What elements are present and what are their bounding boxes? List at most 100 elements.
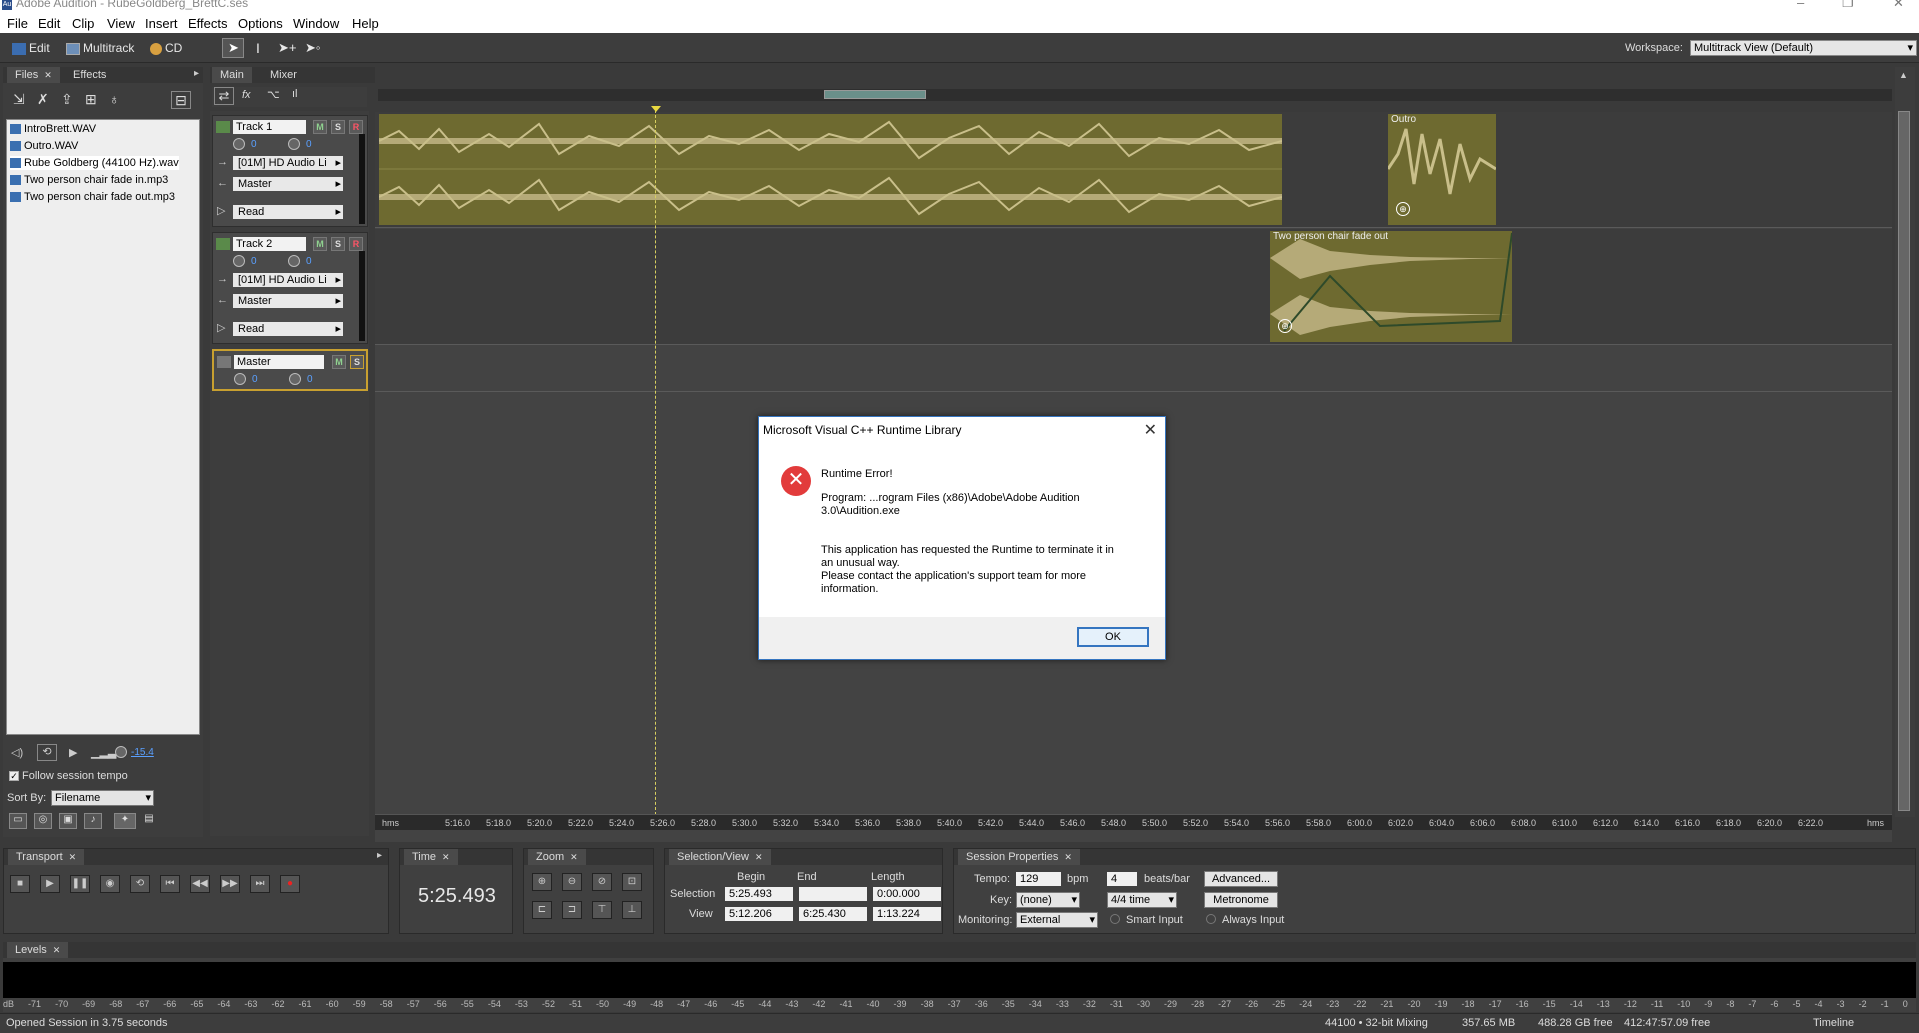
monitoring-select[interactable]: External xyxy=(1016,912,1098,928)
selection-begin-field[interactable]: 5:25.493 xyxy=(725,887,793,901)
audio-clip-rube-goldberg[interactable] xyxy=(379,114,1282,225)
track-output-select[interactable]: Master xyxy=(233,177,343,191)
clip-lock-icon[interactable]: ⊕ xyxy=(1278,319,1292,333)
zoom-selection-icon[interactable]: ⊡ xyxy=(622,873,642,891)
mute-button[interactable]: M xyxy=(332,355,346,369)
tab-selection-view[interactable]: Selection/View ✕ xyxy=(669,849,771,865)
menu-file[interactable]: File xyxy=(7,16,28,31)
tempo-field[interactable]: 129 xyxy=(1016,872,1061,886)
close-icon[interactable]: ✕ xyxy=(570,852,578,862)
filter-video-icon[interactable]: ▣ xyxy=(59,813,77,829)
track-pan-value[interactable]: 0 xyxy=(306,139,312,150)
list-item[interactable]: Outro.WAV xyxy=(10,139,78,153)
mute-button[interactable]: M xyxy=(313,237,327,251)
solo-button[interactable]: S xyxy=(331,237,345,251)
sort-by-select[interactable]: Filename xyxy=(51,790,154,806)
hybrid-tool[interactable]: ➤+ xyxy=(278,40,296,56)
vertical-scrollbar[interactable]: ▲ xyxy=(1895,67,1915,817)
view-length-field[interactable]: 1:13.224 xyxy=(873,907,941,921)
automation-mode-select[interactable]: Read xyxy=(233,322,343,336)
list-item[interactable]: IntroBrett.WAV xyxy=(10,122,96,136)
eq-icon[interactable]: ıl xyxy=(292,88,298,100)
track-2-lane[interactable]: Two person chair fade out ⊕ xyxy=(375,229,1892,345)
track-name-field[interactable]: Track 1 xyxy=(233,120,306,134)
expand-icon[interactable]: ▷ xyxy=(217,321,225,334)
time-selection-tool[interactable]: I xyxy=(256,40,260,56)
record-arm-button[interactable]: R xyxy=(349,237,363,251)
volume-knob[interactable] xyxy=(234,373,246,385)
multitrack-view-button[interactable]: Multitrack xyxy=(66,40,134,56)
mute-button[interactable]: M xyxy=(313,120,327,134)
metronome-button[interactable]: Metronome xyxy=(1204,892,1278,908)
rewind-icon[interactable]: ◀◀ xyxy=(190,875,210,893)
close-icon[interactable]: ✕ xyxy=(69,852,77,862)
tab-session-properties[interactable]: Session Properties ✕ xyxy=(958,849,1080,865)
edit-view-button[interactable]: Edit xyxy=(12,40,50,56)
volume-knob[interactable] xyxy=(233,255,245,267)
record-icon[interactable]: ● xyxy=(280,875,300,893)
playhead-marker-icon[interactable] xyxy=(651,106,661,112)
time-ruler[interactable]: hms 5:16.0 5:18.0 5:20.0 5:22.0 5:24.0 5… xyxy=(375,814,1892,830)
scroll-up-icon[interactable]: ▲ xyxy=(1899,70,1908,80)
smart-input-radio[interactable] xyxy=(1110,914,1120,924)
show-options-icon[interactable]: ⊟ xyxy=(171,91,191,109)
menu-clip[interactable]: Clip xyxy=(72,16,94,31)
play-from-cursor-icon[interactable]: ◉ xyxy=(100,875,120,893)
zoom-in-vertical-icon[interactable]: ⊤ xyxy=(592,901,612,919)
cd-view-button[interactable]: CD xyxy=(150,40,182,56)
time-signature-select[interactable]: 4/4 time xyxy=(1107,892,1177,908)
zoom-out-full-icon[interactable]: ⊘ xyxy=(592,873,612,891)
effects-fx-icon[interactable]: fx xyxy=(242,89,251,101)
track-pan-value[interactable]: 0 xyxy=(306,256,312,267)
go-to-start-icon[interactable]: ⏮ xyxy=(160,875,180,893)
menu-options[interactable]: Options xyxy=(238,16,283,31)
close-icon[interactable]: ✕ xyxy=(442,852,450,862)
insert-cd-icon[interactable]: ⊞ xyxy=(85,91,97,108)
beats-per-bar-field[interactable]: 4 xyxy=(1107,872,1137,886)
pan-knob[interactable] xyxy=(288,255,300,267)
list-item[interactable]: Two person chair fade out.mp3 xyxy=(10,190,175,204)
tab-zoom[interactable]: Zoom ✕ xyxy=(528,849,586,865)
track-volume-value[interactable]: 0 xyxy=(252,374,258,385)
inputs-outputs-icon[interactable]: ⇄ xyxy=(214,87,234,105)
volume-knob[interactable] xyxy=(233,138,245,150)
tab-files[interactable]: Files ✕ xyxy=(7,67,60,83)
track-name-field[interactable]: Track 2 xyxy=(233,237,306,251)
horizontal-zoom-bar[interactable] xyxy=(378,89,1892,101)
close-icon[interactable]: ✕ xyxy=(755,852,763,862)
track-name-field[interactable]: Master xyxy=(234,355,324,369)
preview-volume-value[interactable]: -15.4 xyxy=(131,747,154,758)
panel-menu-icon[interactable]: ▸ xyxy=(194,68,199,79)
record-arm-button[interactable]: R xyxy=(349,120,363,134)
close-icon[interactable]: ✕ xyxy=(1064,852,1072,862)
workspace-select[interactable]: Multitrack View (Default) xyxy=(1690,40,1917,56)
sends-icon[interactable]: ⌥ xyxy=(267,88,280,101)
close-icon[interactable]: ✕ xyxy=(53,945,61,955)
filter-audio-icon[interactable]: ▭ xyxy=(9,813,27,829)
expand-icon[interactable]: ▷ xyxy=(217,204,225,217)
tab-time[interactable]: Time ✕ xyxy=(404,849,458,865)
insert-multitrack-icon[interactable]: ⇪ xyxy=(61,91,73,108)
follow-tempo-row[interactable]: ✓ Follow session tempo xyxy=(9,770,128,782)
minimize-icon[interactable]: – xyxy=(1797,0,1804,9)
scrub-tool[interactable]: ➤◦ xyxy=(305,40,321,56)
close-icon[interactable]: ✕ xyxy=(44,70,52,80)
follow-tempo-checkbox[interactable]: ✓ xyxy=(9,771,19,782)
solo-button[interactable]: S xyxy=(350,355,364,369)
filter-effects-icon[interactable]: ✦ xyxy=(114,813,136,829)
play-icon[interactable]: ▶ xyxy=(40,875,60,893)
playhead-line[interactable] xyxy=(655,110,656,830)
pan-knob[interactable] xyxy=(288,138,300,150)
menu-edit[interactable]: Edit xyxy=(38,16,60,31)
zoom-left-edge-icon[interactable]: ⊏ xyxy=(532,901,552,919)
list-item[interactable]: Rube Goldberg (44100 Hz).wav xyxy=(10,156,179,170)
key-select[interactable]: (none) xyxy=(1016,892,1080,908)
automation-mode-select[interactable]: Read xyxy=(233,205,343,219)
tab-main[interactable]: Main xyxy=(212,67,252,83)
track-volume-value[interactable]: 0 xyxy=(251,256,257,267)
track-volume-value[interactable]: 0 xyxy=(251,139,257,150)
pan-knob[interactable] xyxy=(289,373,301,385)
track-output-select[interactable]: Master xyxy=(233,294,343,308)
play-icon[interactable]: ▶ xyxy=(69,746,77,759)
import-file-icon[interactable]: ⇲ xyxy=(13,91,25,108)
